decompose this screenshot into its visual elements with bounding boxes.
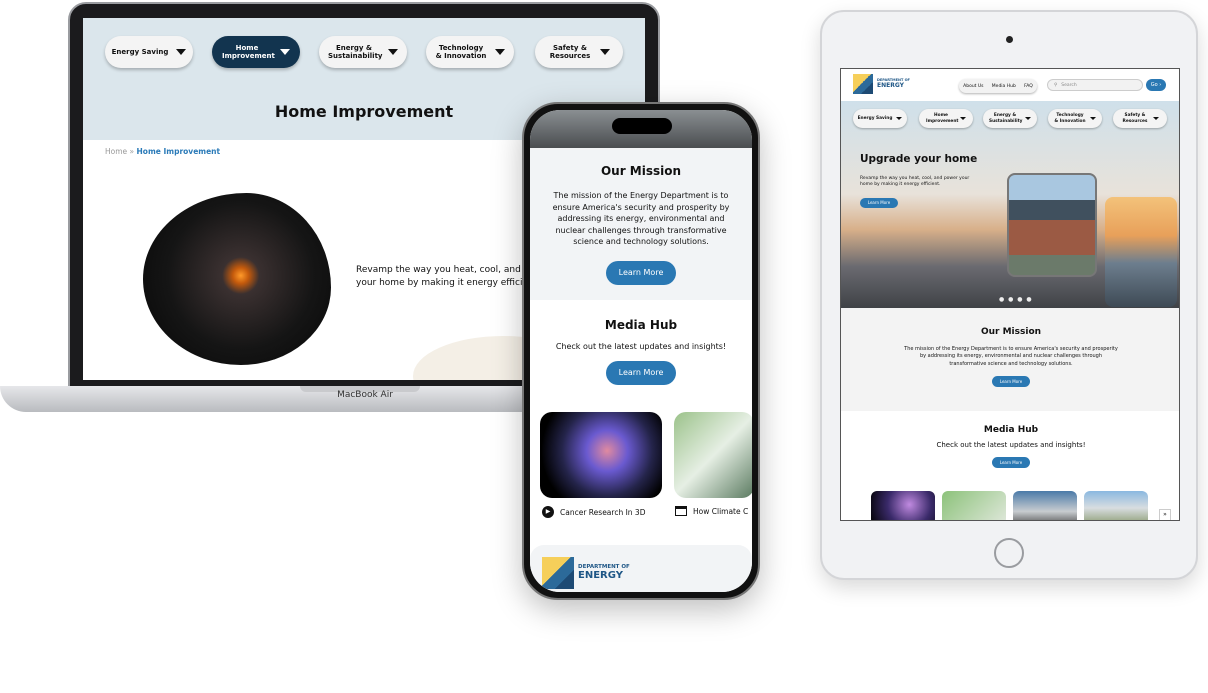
media-card-climate[interactable]	[942, 491, 1006, 520]
card-caption[interactable]: ▶ Cancer Research In 3D	[542, 506, 645, 518]
home-button[interactable]	[994, 538, 1024, 568]
utility-links: About Us Media Hub FAQ	[959, 79, 1037, 93]
caret-down-icon	[896, 117, 903, 120]
hero-title: Upgrade your home	[860, 153, 978, 165]
nav-label: Safety & Resources	[1122, 113, 1148, 124]
footer: DEPARTMENT OF ENERGY	[530, 545, 752, 592]
logo-text: DEPARTMENT OF ENERGY	[578, 565, 630, 581]
nav-label: Energy & Sustainability	[989, 113, 1023, 124]
search-icon: ⚲	[1054, 82, 1058, 88]
house-solar-image	[1007, 173, 1097, 277]
nav-label: Energy Saving	[857, 115, 893, 121]
media-text: Check out the latest updates and insight…	[555, 342, 727, 351]
nav-energy-sustainability[interactable]: Energy & Sustainability	[319, 36, 407, 68]
camera-icon	[1006, 36, 1013, 43]
nav-home-improvement[interactable]: Home Improvement	[212, 36, 300, 68]
nav-label: Technology & Innovation	[435, 43, 487, 60]
link-faq[interactable]: FAQ	[1024, 84, 1033, 89]
mission-text: The mission of the Energy Department is …	[904, 346, 1118, 367]
mission-section: Our Mission The mission of the Energy De…	[530, 148, 752, 300]
next-arrow-button[interactable]: »	[1159, 509, 1171, 520]
laptop-label: MacBook Air	[337, 390, 393, 400]
caret-down-icon	[1153, 117, 1159, 120]
logo-text: DEPARTMENT OF ENERGY	[877, 79, 910, 89]
nav-label: Safety & Resources	[549, 43, 591, 60]
doe-logo[interactable]: DEPARTMENT OF ENERGY	[853, 74, 910, 94]
media-title: Media Hub	[983, 425, 1039, 435]
hero-text: Revamp the way you heat, cool, and power…	[860, 176, 970, 188]
mission-learn-more-button[interactable]: Learn More	[992, 375, 1030, 387]
media-card-dna[interactable]	[871, 491, 935, 520]
nav-technology-innovation[interactable]: Technology & Innovation	[426, 36, 514, 68]
nav-energy-saving[interactable]: Energy Saving	[105, 36, 193, 68]
doe-logo[interactable]: DEPARTMENT OF ENERGY	[542, 557, 752, 589]
search-placeholder: Search	[1061, 82, 1077, 88]
caret-down-icon	[1025, 117, 1031, 120]
link-about-us[interactable]: About Us	[963, 84, 983, 89]
media-text: Check out the latest updates and insight…	[936, 441, 1086, 449]
media-hub-section: Media Hub Check out the latest updates a…	[841, 411, 1179, 520]
caret-down-icon	[176, 49, 187, 55]
nav-label: Energy Saving	[111, 47, 169, 56]
logo-line2: ENERGY	[578, 569, 623, 581]
hero-learn-more-button[interactable]: Learn More	[860, 198, 898, 208]
mission-learn-more-button[interactable]: Learn More	[606, 260, 676, 285]
media-card-battery-farm[interactable]	[1084, 491, 1148, 520]
caret-down-icon	[388, 49, 398, 55]
nav-label: Home Improvement	[926, 113, 959, 124]
nav-energy-sustainability[interactable]: Energy & Sustainability	[983, 109, 1037, 128]
hero-banner: Energy Saving Home Improvement Energy & …	[841, 101, 1179, 308]
phone-screen: Our Mission The mission of the Energy De…	[530, 110, 752, 592]
carousel-dots[interactable]: ● ● ● ●	[999, 296, 1033, 303]
nav-safety-resources[interactable]: Safety & Resources	[535, 36, 623, 68]
mission-text: The mission of the Energy Department is …	[552, 191, 730, 247]
mission-title: Our Mission	[600, 164, 682, 178]
media-card-power-plant[interactable]	[1013, 491, 1077, 520]
nav-home-improvement[interactable]: Home Improvement	[919, 109, 973, 128]
card-caption[interactable]: How Climate C	[675, 506, 748, 516]
media-learn-more-button[interactable]: Learn More	[992, 457, 1030, 468]
nav-label: Technology & Innovation	[1054, 113, 1086, 124]
breadcrumb-current: Home Improvement	[136, 147, 221, 156]
caret-down-icon	[1090, 117, 1096, 120]
nav-energy-saving[interactable]: Energy Saving	[853, 109, 907, 128]
caret-down-icon	[280, 49, 290, 55]
logo-line2: ENERGY	[877, 81, 904, 89]
article-icon	[675, 506, 687, 516]
caret-down-icon	[495, 49, 505, 55]
dynamic-island	[612, 118, 672, 134]
breadcrumb: Home » Home Improvement	[105, 147, 220, 156]
media-learn-more-button[interactable]: Learn More	[606, 361, 676, 385]
breadcrumb-home[interactable]: Home	[105, 147, 127, 156]
caption-text: How Climate C	[693, 506, 749, 516]
nav-technology-innovation[interactable]: Technology & Innovation	[1048, 109, 1102, 128]
media-card-cancer-research[interactable]	[540, 412, 662, 498]
mission-section: Our Mission The mission of the Energy De…	[841, 308, 1179, 411]
mission-title: Our Mission	[980, 327, 1042, 337]
logo-mark-icon	[542, 557, 574, 589]
media-card-climate[interactable]	[674, 412, 752, 498]
breadcrumb-separator: »	[129, 147, 135, 156]
media-title: Media Hub	[604, 318, 678, 332]
nav-safety-resources[interactable]: Safety & Resources	[1113, 109, 1167, 128]
caret-down-icon	[960, 117, 966, 120]
go-button[interactable]: Go ›	[1146, 79, 1166, 91]
tablet-screen: DEPARTMENT OF ENERGY About Us Media Hub F…	[840, 68, 1180, 521]
caret-down-icon	[600, 49, 610, 55]
solar-panels-image	[1105, 197, 1177, 307]
nav-label: Energy & Sustainability	[328, 43, 383, 60]
play-icon: ▶	[542, 506, 554, 518]
hero-image-houses	[143, 193, 331, 365]
site-header: DEPARTMENT OF ENERGY About Us Media Hub F…	[841, 69, 1179, 101]
logo-mark-icon	[853, 74, 873, 94]
nav-label: Home Improvement	[222, 43, 275, 60]
search-input[interactable]: ⚲ Search	[1047, 79, 1143, 91]
link-media-hub[interactable]: Media Hub	[992, 84, 1016, 89]
caption-text: Cancer Research In 3D	[560, 507, 646, 517]
